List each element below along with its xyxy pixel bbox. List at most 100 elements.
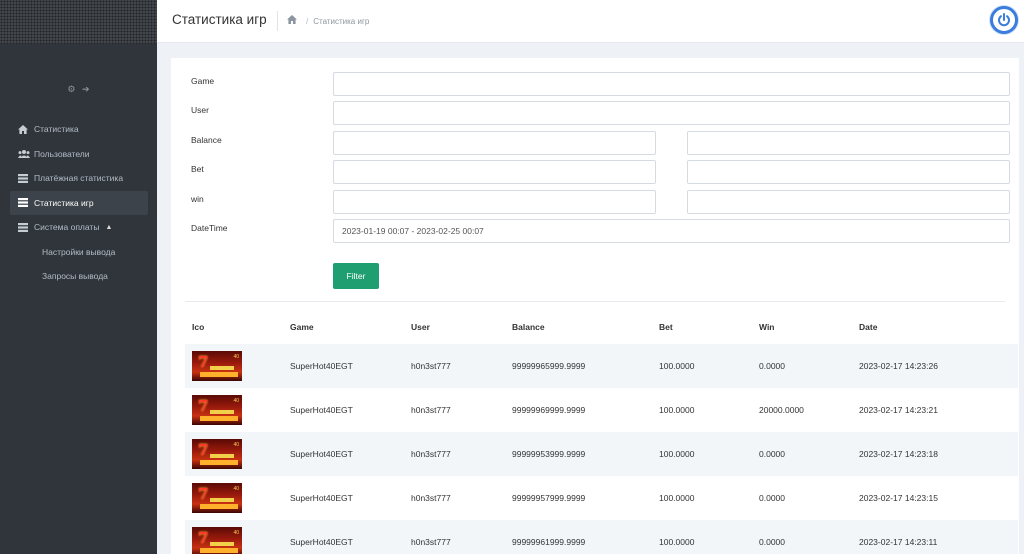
- balance-max-input[interactable]: [687, 131, 1010, 155]
- cell-game: SuperHot40EGT: [290, 449, 353, 459]
- table-header: Ico Game User Balance Bet Win Date: [185, 310, 1018, 344]
- cell-bet: 100.0000: [659, 493, 695, 503]
- cell-date: 2023-02-17 14:23:21: [859, 405, 938, 415]
- gear-icon[interactable]: ⚙: [67, 84, 75, 94]
- sidebar: ⚙ ➔ Статистика Пользователи Платёжная ст…: [0, 0, 157, 554]
- sidebar-subitem-withdraw-requests[interactable]: Запросы вывода: [10, 264, 148, 288]
- column-header-win: Win: [759, 322, 775, 332]
- cell-win: 0.0000: [759, 361, 785, 371]
- game-input[interactable]: [333, 72, 1010, 96]
- bet-min-input[interactable]: [333, 160, 656, 184]
- column-header-user: User: [411, 322, 430, 332]
- cell-date: 2023-02-17 14:23:26: [859, 361, 938, 371]
- filter-button[interactable]: Filter: [333, 263, 379, 289]
- sidebar-item-payment-system[interactable]: Система оплаты ▲: [10, 215, 148, 240]
- sidebar-item-game-statistics[interactable]: Статистика игр: [10, 190, 148, 215]
- home-icon[interactable]: [287, 15, 297, 27]
- cell-game: SuperHot40EGT: [290, 493, 353, 503]
- cell-user: h0n3st777: [411, 361, 451, 371]
- win-min-input[interactable]: [333, 190, 656, 214]
- table-row: 7 40 SuperHot40EGT h0n3st777 99999961999.…: [185, 520, 1018, 554]
- sidebar-item-payment-statistics[interactable]: Платёжная статистика: [10, 166, 148, 191]
- cell-bet: 100.0000: [659, 361, 695, 371]
- sidebar-subitem-label: Настройки вывода: [42, 246, 116, 257]
- sidebar-item-label: Статистика игр: [34, 197, 94, 208]
- game-thumbnail: 7 40: [192, 527, 242, 554]
- datetime-range-value: 2023-01-19 00:07 - 2023-02-25 00:07: [342, 226, 484, 236]
- list-icon: [18, 222, 34, 232]
- cell-win: 0.0000: [759, 493, 785, 503]
- bet-max-input[interactable]: [687, 160, 1010, 184]
- balance-label: Balance: [191, 135, 222, 145]
- sidebar-logo-pattern: [0, 0, 157, 44]
- datetime-range-input[interactable]: 2023-01-19 00:07 - 2023-02-25 00:07: [333, 219, 1010, 243]
- table-row: 7 40 SuperHot40EGT h0n3st777 99999953999.…: [185, 432, 1018, 476]
- sidebar-item-label: Пользователи: [34, 148, 90, 159]
- game-icon-cell: 7 40: [185, 351, 290, 381]
- column-header-date: Date: [859, 322, 878, 332]
- game-thumbnail: 7 40: [192, 439, 242, 469]
- sidebar-item-label: Система оплаты: [34, 222, 100, 233]
- game-thumbnail: 7 40: [192, 351, 242, 381]
- cell-date: 2023-02-17 14:23:15: [859, 493, 938, 503]
- sign-out-icon[interactable]: ➔: [82, 84, 90, 94]
- bet-label: Bet: [191, 164, 204, 174]
- home-icon: [18, 124, 34, 134]
- column-header-game: Game: [290, 322, 314, 332]
- win-label: win: [191, 194, 204, 204]
- cell-win: 0.0000: [759, 537, 785, 547]
- cell-user: h0n3st777: [411, 449, 451, 459]
- sidebar-item-label: Статистика: [34, 124, 79, 135]
- cell-user: h0n3st777: [411, 537, 451, 547]
- cell-balance: 99999965999.9999: [512, 361, 586, 371]
- win-max-input[interactable]: [687, 190, 1010, 214]
- game-thumbnail: 7 40: [192, 483, 242, 513]
- cell-user: h0n3st777: [411, 405, 451, 415]
- cell-date: 2023-02-17 14:23:18: [859, 449, 938, 459]
- cell-balance: 99999969999.9999: [512, 405, 586, 415]
- cell-date: 2023-02-17 14:23:11: [859, 537, 938, 547]
- cell-bet: 100.0000: [659, 405, 695, 415]
- game-statistics-card: Game User Balance Bet win DateTime 2023-…: [171, 58, 1019, 554]
- user-input[interactable]: [333, 101, 1010, 125]
- table-row: 7 40 SuperHot40EGT h0n3st777 99999965999.…: [185, 344, 1018, 388]
- cell-game: SuperHot40EGT: [290, 537, 353, 547]
- column-header-ico: Ico: [192, 322, 205, 332]
- datetime-label: DateTime: [191, 223, 228, 233]
- main-content: Game User Balance Bet win DateTime 2023-…: [157, 44, 1024, 554]
- cell-bet: 100.0000: [659, 537, 695, 547]
- sidebar-nav: Статистика Пользователи Платёжная статис…: [10, 117, 148, 288]
- cell-balance: 99999957999.9999: [512, 493, 586, 503]
- breadcrumb: / Статистика игр: [287, 15, 369, 27]
- game-icon-cell: 7 40: [185, 439, 290, 469]
- user-label: User: [191, 105, 209, 115]
- caret-up-icon: ▲: [105, 223, 113, 231]
- header-divider: [277, 11, 278, 31]
- sidebar-item-statistics[interactable]: Статистика: [10, 117, 148, 142]
- power-icon: [998, 13, 1010, 27]
- sidebar-subitem-withdraw-settings[interactable]: Настройки вывода: [10, 240, 148, 264]
- cell-user: h0n3st777: [411, 493, 451, 503]
- column-header-balance: Balance: [512, 322, 545, 332]
- users-icon: [18, 149, 34, 158]
- divider: [185, 301, 1005, 302]
- power-button[interactable]: [990, 6, 1018, 34]
- balance-min-input[interactable]: [333, 131, 656, 155]
- game-icon-cell: 7 40: [185, 395, 290, 425]
- game-label: Game: [191, 76, 215, 86]
- game-icon-cell: 7 40: [185, 527, 290, 554]
- header: Статистика игр / Статистика игр: [157, 0, 1024, 43]
- cell-bet: 100.0000: [659, 449, 695, 459]
- breadcrumb-separator: /: [306, 16, 309, 26]
- table-row: 7 40 SuperHot40EGT h0n3st777 99999957999.…: [185, 476, 1018, 520]
- cell-balance: 99999953999.9999: [512, 449, 586, 459]
- sidebar-item-users[interactable]: Пользователи: [10, 142, 148, 167]
- cell-balance: 99999961999.9999: [512, 537, 586, 547]
- list-icon: [18, 198, 34, 208]
- game-icon-cell: 7 40: [185, 483, 290, 513]
- cell-game: SuperHot40EGT: [290, 405, 353, 415]
- table-row: 7 40 SuperHot40EGT h0n3st777 99999969999.…: [185, 388, 1018, 432]
- cell-win: 20000.0000: [759, 405, 804, 415]
- cell-win: 0.0000: [759, 449, 785, 459]
- sidebar-item-label: Платёжная статистика: [34, 173, 124, 184]
